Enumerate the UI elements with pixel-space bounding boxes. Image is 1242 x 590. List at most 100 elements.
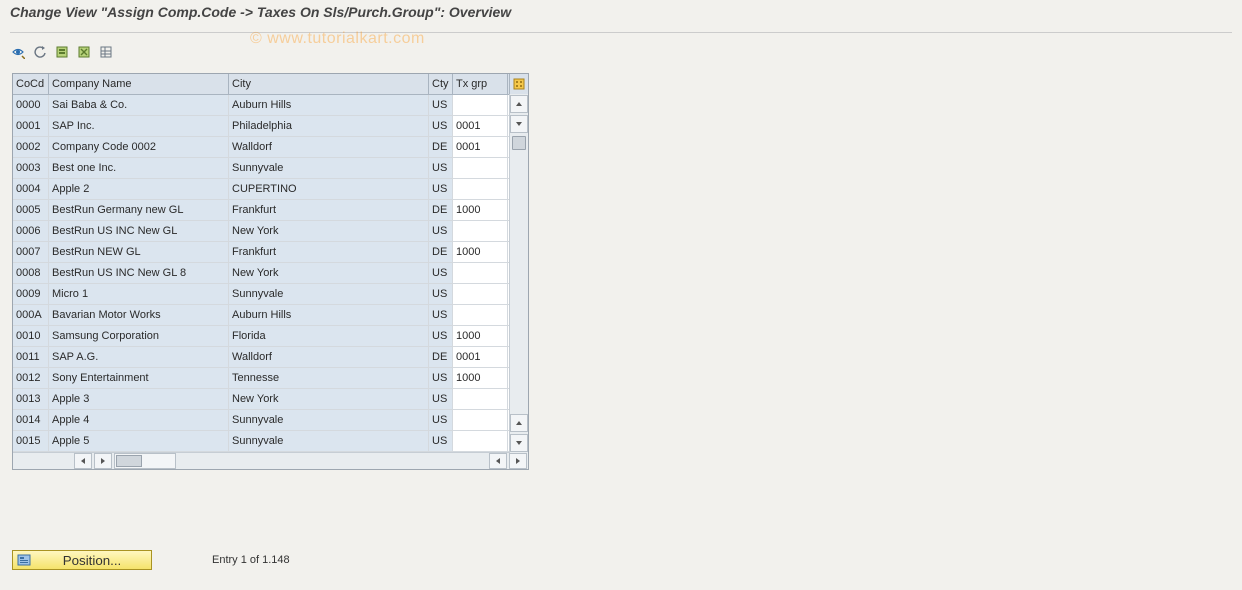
cell-name: Sony Entertainment — [49, 368, 229, 388]
scroll-down2-icon[interactable] — [510, 434, 528, 452]
cell-cty: US — [429, 431, 453, 451]
position-button[interactable]: Position... — [12, 550, 152, 570]
cell-cocd: 0009 — [13, 284, 49, 304]
table-row[interactable]: 0008BestRun US INC New GL 8New YorkUS — [13, 263, 510, 284]
cell-name: Best one Inc. — [49, 158, 229, 178]
table-row[interactable]: 0005BestRun Germany new GLFrankfurtDE100… — [13, 200, 510, 221]
cell-cty: DE — [429, 200, 453, 220]
cell-txgrp[interactable]: 1000 — [453, 242, 508, 262]
scroll-up2-icon[interactable] — [510, 414, 528, 432]
column-header-row: CoCd Company Name City Cty Tx grp — [13, 74, 510, 95]
cell-cty: US — [429, 326, 453, 346]
scroll-left2-icon[interactable] — [489, 453, 507, 469]
cell-txgrp[interactable]: 0001 — [453, 137, 508, 157]
table-row[interactable]: 0015Apple 5SunnyvaleUS — [13, 431, 510, 452]
cell-cocd: 0007 — [13, 242, 49, 262]
cell-txgrp[interactable]: 0001 — [453, 116, 508, 136]
cell-txgrp[interactable]: 0001 — [453, 347, 508, 367]
horizontal-scrollbar[interactable] — [13, 452, 528, 469]
cell-city: Walldorf — [229, 137, 429, 157]
table-row[interactable]: 0002Company Code 0002WalldorfDE0001 — [13, 137, 510, 158]
cell-cocd: 0003 — [13, 158, 49, 178]
cell-cocd: 0012 — [13, 368, 49, 388]
cell-cocd: 0011 — [13, 347, 49, 367]
cell-name: Bavarian Motor Works — [49, 305, 229, 325]
table-row[interactable]: 0010Samsung CorporationFloridaUS1000 — [13, 326, 510, 347]
cell-txgrp[interactable] — [453, 305, 508, 325]
select-all-button[interactable] — [54, 44, 70, 60]
cell-city: Florida — [229, 326, 429, 346]
cell-city: Frankfurt — [229, 242, 429, 262]
table-row[interactable]: 0013Apple 3New YorkUS — [13, 389, 510, 410]
cell-name: BestRun NEW GL — [49, 242, 229, 262]
table-row[interactable]: 0011SAP A.G.WalldorfDE0001 — [13, 347, 510, 368]
cell-name: Sai Baba & Co. — [49, 95, 229, 115]
cell-txgrp[interactable]: 1000 — [453, 200, 508, 220]
cell-txgrp[interactable]: 1000 — [453, 326, 508, 346]
cell-cocd: 0005 — [13, 200, 49, 220]
cell-cocd: 0006 — [13, 221, 49, 241]
cell-cty: US — [429, 284, 453, 304]
cell-txgrp[interactable] — [453, 284, 508, 304]
col-header-name[interactable]: Company Name — [49, 74, 229, 94]
cell-cty: US — [429, 158, 453, 178]
cell-city: Sunnyvale — [229, 431, 429, 451]
cell-name: Company Code 0002 — [49, 137, 229, 157]
scroll-up-icon[interactable] — [510, 95, 528, 113]
cell-cty: US — [429, 410, 453, 430]
cell-txgrp[interactable] — [453, 410, 508, 430]
cell-txgrp[interactable] — [453, 389, 508, 409]
cell-cocd: 0004 — [13, 179, 49, 199]
col-header-cocd[interactable]: CoCd — [13, 74, 49, 94]
cell-cocd: 0010 — [13, 326, 49, 346]
position-button-label: Position... — [37, 553, 147, 568]
cell-cty: DE — [429, 137, 453, 157]
position-icon — [17, 553, 31, 567]
table-row[interactable]: 0000Sai Baba & Co.Auburn HillsUS — [13, 95, 510, 116]
cell-name: Apple 3 — [49, 389, 229, 409]
entry-counter: Entry 1 of 1.148 — [212, 554, 290, 566]
cell-txgrp[interactable] — [453, 221, 508, 241]
cell-txgrp[interactable] — [453, 179, 508, 199]
table-config-icon[interactable] — [509, 74, 528, 94]
cell-name: BestRun US INC New GL — [49, 221, 229, 241]
cell-name: Micro 1 — [49, 284, 229, 304]
scroll-right-icon[interactable] — [94, 453, 112, 469]
toggle-display-button[interactable] — [10, 44, 26, 60]
cell-txgrp[interactable] — [453, 158, 508, 178]
col-header-city[interactable]: City — [229, 74, 429, 94]
scroll-right2-icon[interactable] — [509, 453, 527, 469]
cell-cocd: 0015 — [13, 431, 49, 451]
table-row[interactable]: 0007BestRun NEW GLFrankfurtDE1000 — [13, 242, 510, 263]
vscroll-thumb[interactable] — [512, 136, 526, 150]
scroll-left-icon[interactable] — [74, 453, 92, 469]
table-row[interactable]: 0001SAP Inc.PhiladelphiaUS0001 — [13, 116, 510, 137]
cell-txgrp[interactable] — [453, 263, 508, 283]
cell-cocd: 000A — [13, 305, 49, 325]
cell-cty: US — [429, 95, 453, 115]
cell-txgrp[interactable] — [453, 95, 508, 115]
page-title: Change View "Assign Comp.Code -> Taxes O… — [0, 0, 1242, 32]
cell-city: Tennesse — [229, 368, 429, 388]
deselect-all-button[interactable] — [76, 44, 92, 60]
col-header-txgrp[interactable]: Tx grp — [453, 74, 508, 94]
vertical-scrollbar[interactable] — [509, 94, 528, 453]
cell-txgrp[interactable] — [453, 431, 508, 451]
table-row[interactable]: 0003Best one Inc.SunnyvaleUS — [13, 158, 510, 179]
table-row[interactable]: 000ABavarian Motor WorksAuburn HillsUS — [13, 305, 510, 326]
table-settings-button[interactable] — [98, 44, 114, 60]
hscroll-thumb[interactable] — [116, 455, 142, 467]
col-header-cty[interactable]: Cty — [429, 74, 453, 94]
table-row[interactable]: 0009Micro 1SunnyvaleUS — [13, 284, 510, 305]
table-row[interactable]: 0006BestRun US INC New GLNew YorkUS — [13, 221, 510, 242]
cell-city: New York — [229, 389, 429, 409]
table-row[interactable]: 0014Apple 4SunnyvaleUS — [13, 410, 510, 431]
undo-button[interactable] — [32, 44, 48, 60]
cell-city: Frankfurt — [229, 200, 429, 220]
cell-txgrp[interactable]: 1000 — [453, 368, 508, 388]
table-row[interactable]: 0012Sony EntertainmentTennesseUS1000 — [13, 368, 510, 389]
cell-city: Auburn Hills — [229, 305, 429, 325]
cell-cocd: 0000 — [13, 95, 49, 115]
scroll-down-icon[interactable] — [510, 115, 528, 133]
table-row[interactable]: 0004Apple 2CUPERTINOUS — [13, 179, 510, 200]
